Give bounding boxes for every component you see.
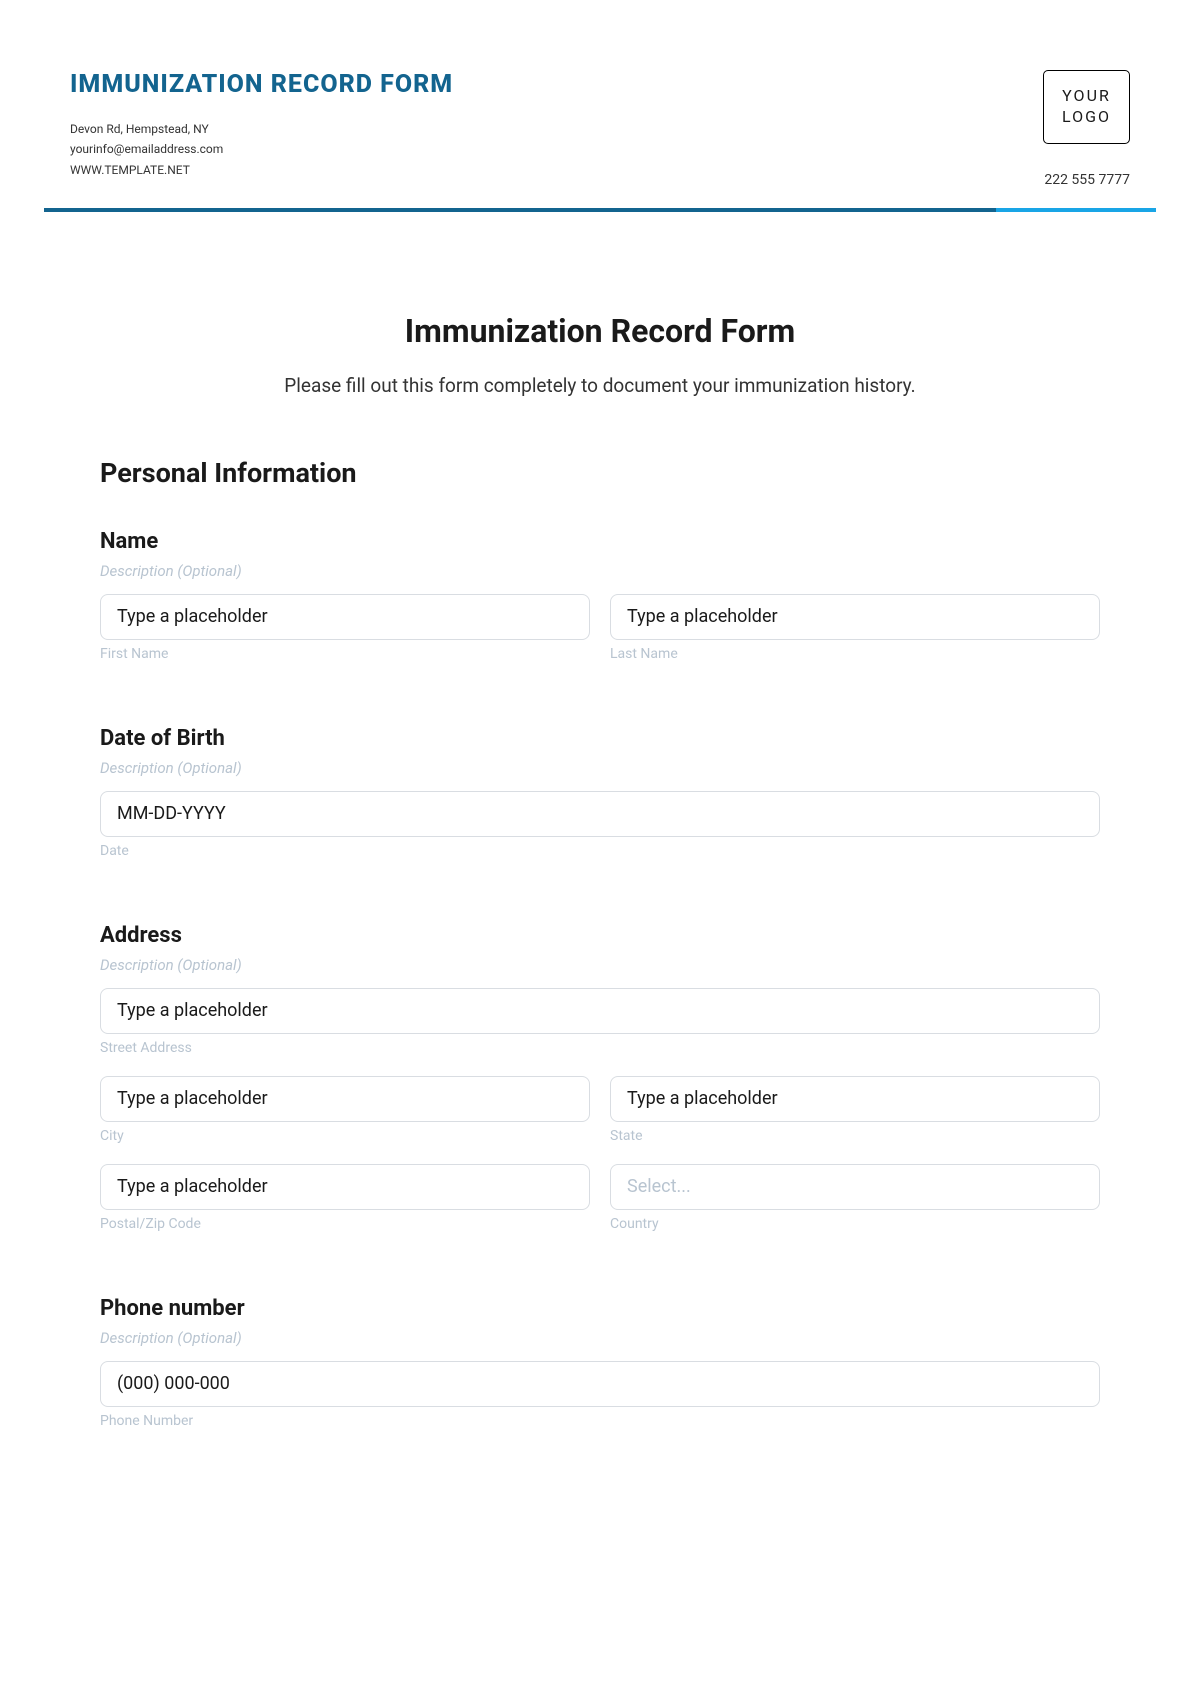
postal-input[interactable]: Type a placeholder <box>100 1164 590 1210</box>
header-phone: 222 555 7777 <box>1043 172 1130 188</box>
country-select[interactable]: Select... <box>610 1164 1100 1210</box>
form-content: Immunization Record Form Please fill out… <box>0 212 1200 1443</box>
field-address: Address Description (Optional) Type a pl… <box>100 923 1100 1246</box>
address-label: Address <box>100 923 1100 948</box>
country-sublabel: Country <box>610 1216 1100 1232</box>
state-sublabel: State <box>610 1128 1100 1144</box>
city-input[interactable]: Type a placeholder <box>100 1076 590 1122</box>
phone-input[interactable]: (000) 000-000 <box>100 1361 1100 1407</box>
phone-sublabel: Phone Number <box>100 1413 1100 1429</box>
first-name-sublabel: First Name <box>100 646 590 662</box>
dob-sublabel: Date <box>100 843 1100 859</box>
dob-desc: Description (Optional) <box>100 759 1100 777</box>
last-name-sublabel: Last Name <box>610 646 1100 662</box>
header-email: yourinfo@emailaddress.com <box>70 139 453 159</box>
form-title: Immunization Record Form <box>100 312 1100 350</box>
phone-label: Phone number <box>100 1296 1100 1321</box>
state-input[interactable]: Type a placeholder <box>610 1076 1100 1122</box>
name-desc: Description (Optional) <box>100 562 1100 580</box>
page-header: IMMUNIZATION RECORD FORM Devon Rd, Hemps… <box>0 0 1200 208</box>
street-sublabel: Street Address <box>100 1040 1100 1056</box>
header-right: YOUR LOGO 222 555 7777 <box>1043 70 1130 188</box>
header-divider <box>44 208 1156 212</box>
logo-placeholder: YOUR LOGO <box>1043 70 1130 144</box>
logo-line1: YOUR <box>1062 86 1111 107</box>
phone-desc: Description (Optional) <box>100 1329 1100 1347</box>
form-intro: Please fill out this form completely to … <box>100 374 1100 397</box>
header-title: IMMUNIZATION RECORD FORM <box>70 70 453 99</box>
field-name: Name Description (Optional) Type a place… <box>100 529 1100 676</box>
last-name-input[interactable]: Type a placeholder <box>610 594 1100 640</box>
header-website: WWW.TEMPLATE.NET <box>70 160 453 180</box>
dob-label: Date of Birth <box>100 726 1100 751</box>
header-address: Devon Rd, Hempstead, NY <box>70 119 453 139</box>
name-label: Name <box>100 529 1100 554</box>
street-input[interactable]: Type a placeholder <box>100 988 1100 1034</box>
logo-line2: LOGO <box>1062 107 1111 128</box>
section-personal-info: Personal Information <box>100 457 1100 489</box>
first-name-input[interactable]: Type a placeholder <box>100 594 590 640</box>
dob-input[interactable]: MM-DD-YYYY <box>100 791 1100 837</box>
city-sublabel: City <box>100 1128 590 1144</box>
header-info: Devon Rd, Hempstead, NY yourinfo@emailad… <box>70 119 453 180</box>
postal-sublabel: Postal/Zip Code <box>100 1216 590 1232</box>
field-dob: Date of Birth Description (Optional) MM-… <box>100 726 1100 873</box>
header-left: IMMUNIZATION RECORD FORM Devon Rd, Hemps… <box>70 70 453 180</box>
field-phone: Phone number Description (Optional) (000… <box>100 1296 1100 1443</box>
address-desc: Description (Optional) <box>100 956 1100 974</box>
